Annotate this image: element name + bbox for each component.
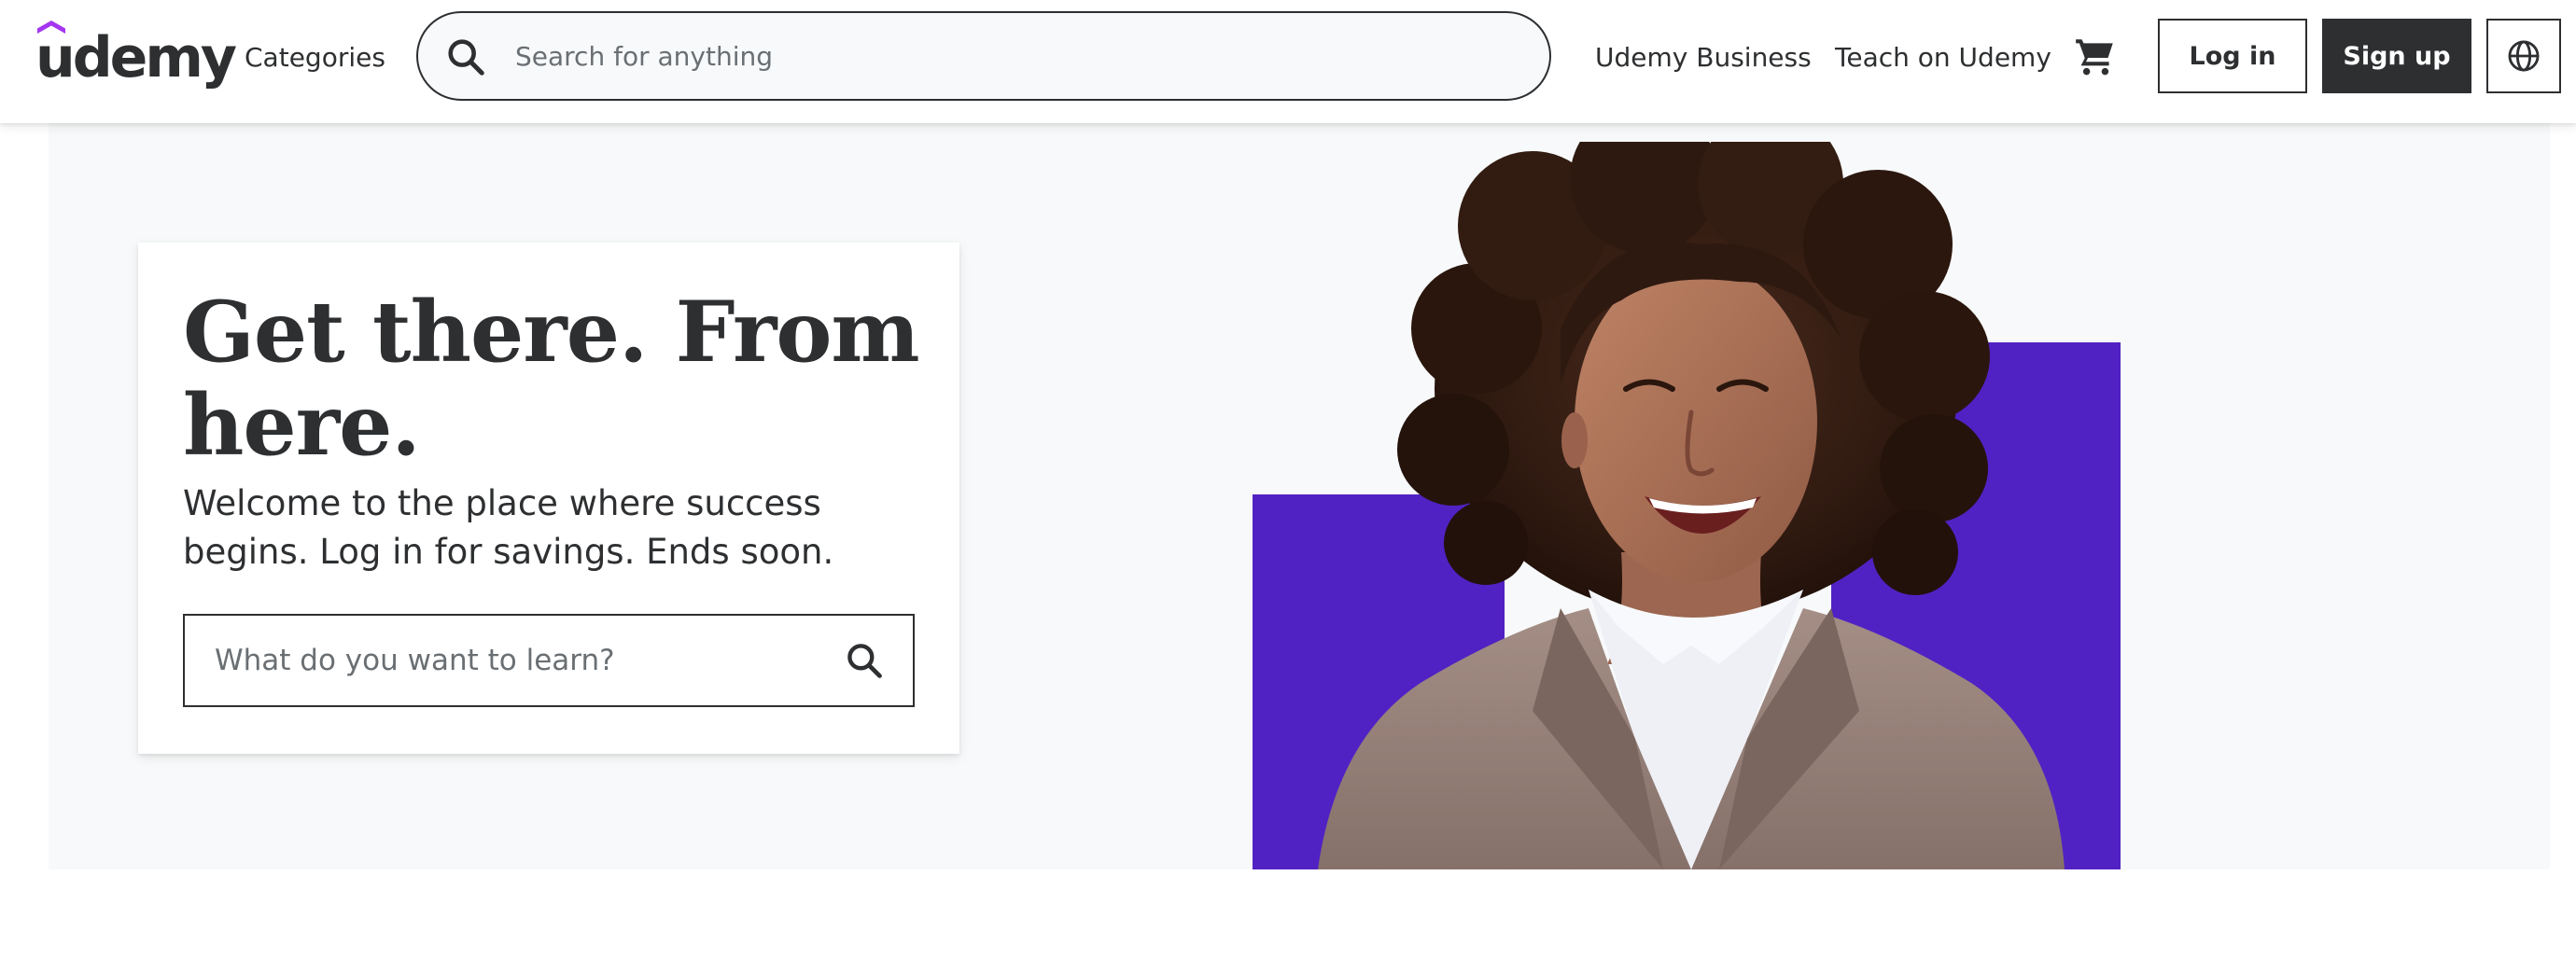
globe-icon (2508, 40, 2540, 72)
header-search-input[interactable] (515, 13, 1523, 99)
hero-search-input[interactable] (215, 616, 831, 705)
udemy-business-link[interactable]: Udemy Business (1595, 37, 1812, 78)
hero-subtitle: Welcome to the place where success begin… (183, 483, 834, 572)
cart-icon[interactable] (2072, 34, 2119, 80)
logo-text: udemy (35, 25, 237, 90)
hero-section: Get there. From here. Welcome to the pla… (49, 123, 2550, 869)
header-search-bar (416, 11, 1551, 101)
face (1575, 261, 1817, 582)
hero-card: Get there. From here. Welcome to the pla… (138, 243, 959, 754)
hero-search-button[interactable] (838, 634, 890, 687)
signup-button[interactable]: Sign up (2322, 19, 2471, 93)
language-button[interactable] (2486, 19, 2561, 93)
hero-title: Get there. From here. (183, 283, 920, 475)
search-icon (847, 644, 882, 678)
login-button[interactable]: Log in (2158, 19, 2307, 93)
hero-image (1253, 142, 2121, 869)
categories-link[interactable]: Categories (245, 37, 385, 78)
hero-search-box (183, 614, 915, 707)
search-icon[interactable] (444, 35, 487, 78)
udemy-logo[interactable]: udemy (35, 21, 237, 91)
teach-on-udemy-link[interactable]: Teach on Udemy (1835, 37, 2051, 78)
top-header: udemy Categories Udemy Business Teach on… (0, 0, 2576, 123)
